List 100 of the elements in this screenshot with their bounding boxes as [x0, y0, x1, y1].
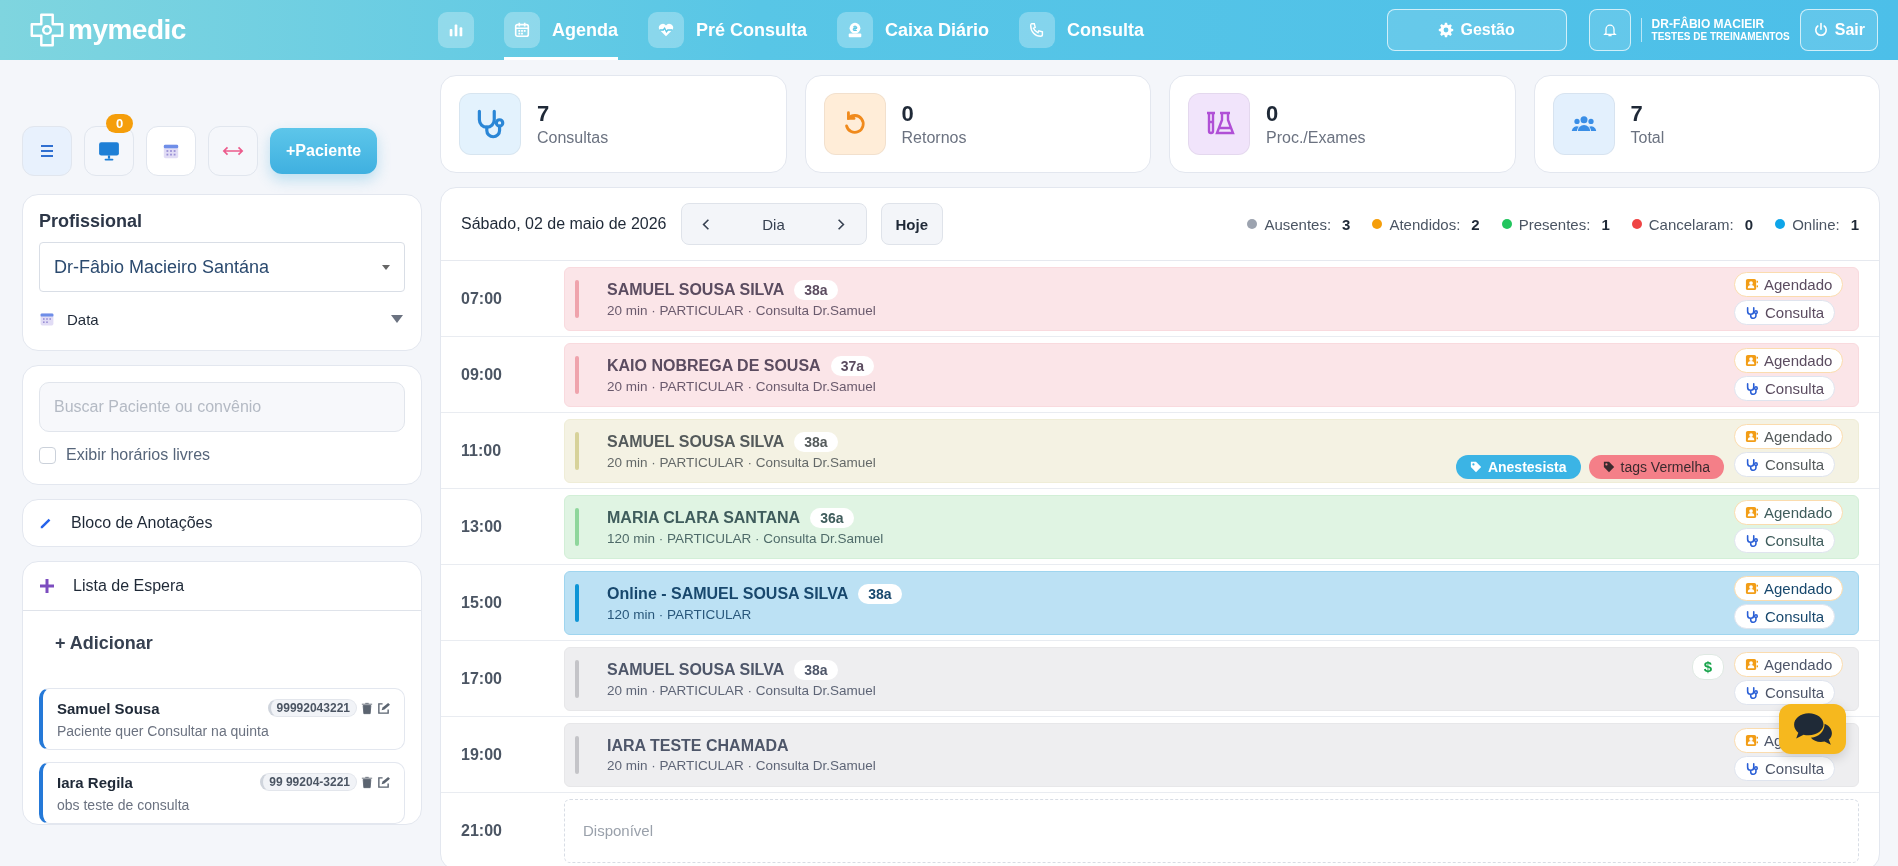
monitor-icon [98, 140, 120, 162]
view-label: Dia [762, 215, 785, 233]
appointment-details: 20 min · PARTICULAR · Consulta Dr.Samuel [607, 378, 877, 394]
appointment-details: 120 min · PARTICULAR [607, 606, 753, 622]
user-name: DR-FÂBIO MACIEIR [1651, 17, 1766, 32]
status-badge: Agendado [1734, 652, 1844, 677]
time-label: 19:00 [461, 745, 503, 764]
stethoscope-icon [1745, 305, 1759, 320]
age-badge: 36a [810, 507, 854, 528]
patient-name: Online - SAMUEL SOUSA SILVA [607, 584, 849, 603]
appointment-details: 20 min · PARTICULAR · Consulta Dr.Samuel [607, 454, 877, 470]
legend-label: Online: [1792, 215, 1840, 233]
age-badge: 38a [794, 431, 838, 452]
time-label: 13:00 [461, 517, 503, 536]
count-badge: 0 [106, 114, 134, 133]
trash-icon[interactable] [361, 701, 373, 715]
type-badge: Consulta [1734, 528, 1836, 553]
plus-icon [39, 578, 55, 594]
stat-label: Proc./Exames [1266, 129, 1366, 147]
stat-label: Retornos [901, 129, 967, 147]
legend-label: Cancelaram: [1648, 215, 1734, 233]
trash-icon[interactable] [361, 775, 373, 789]
tag: Anestesista [1455, 454, 1581, 479]
notes-panel[interactable]: Bloco de Anotações [22, 499, 422, 547]
age-badge: 38a [794, 659, 838, 680]
appointment-card[interactable]: Online - SAMUEL SOUSA SILVA 38a 120 min · PARTICULAR Agendado Consulta [564, 570, 1859, 635]
appointment-card[interactable]: SAMUEL SOUSA SILVA 38a 20 min · PARTICULAR · Consulta Dr.Samuel $ Agendado Consulta [564, 646, 1859, 711]
patient-name: SAMUEL SOUSA SILVA [607, 432, 785, 451]
patient-name: SAMUEL SOUSA SILVA [607, 280, 785, 299]
type-badge: Consulta [1734, 756, 1836, 781]
phone-number: 99 99204-3221 [260, 773, 357, 791]
search-field[interactable]: Buscar Paciente ou convênio [39, 382, 405, 432]
stat-label: Consultas [537, 129, 609, 147]
patient-name: Iara Regila [57, 773, 134, 791]
edit-icon[interactable] [377, 701, 390, 715]
calendar-icon [162, 142, 180, 160]
bell-icon [1601, 22, 1618, 38]
note-text: Paciente quer Consultar na quinta [57, 723, 270, 739]
appointment-details: 20 min · PARTICULAR · Consulta Dr.Samuel [607, 302, 877, 318]
appointment-card[interactable]: SAMUEL SOUSA SILVA 38a 20 min · PARTICULAR · Consulta Dr.Samuel Agendado Consulta [564, 266, 1859, 331]
panel-title: Bloco de Anotações [71, 514, 213, 532]
contact-card-icon [1745, 430, 1758, 443]
legend-count: 1 [1850, 215, 1859, 233]
checkbox-label: Exibir horários livres [66, 446, 211, 464]
monitor-button[interactable] [84, 126, 134, 176]
gear-icon [1438, 22, 1455, 38]
contact-card-icon [1745, 278, 1758, 291]
calendar-icon [39, 311, 55, 327]
type-badge: Consulta [1734, 300, 1836, 325]
stethoscope-icon [1745, 533, 1759, 548]
tag: tags Vermelha [1588, 454, 1724, 479]
patient-name: KAIO NOBREGA DE SOUSA [607, 356, 821, 375]
stat-value: 0 [901, 101, 915, 127]
status-badge: Agendado [1734, 272, 1844, 297]
age-badge: 38a [858, 583, 902, 604]
contact-card-icon [1745, 658, 1758, 671]
menu-button[interactable] [22, 126, 72, 176]
professional-select[interactable]: Dr-Fâbio Macieiro Santána [39, 242, 405, 292]
edit-icon[interactable] [377, 775, 390, 789]
logo-icon [28, 11, 66, 49]
pencil-icon [39, 516, 53, 530]
add-button[interactable]: + Adicionar [55, 625, 153, 662]
section-title: Profissional [39, 211, 144, 232]
type-badge: Consulta [1734, 604, 1836, 629]
stat-value: 7 [537, 101, 551, 127]
contact-card-icon [1745, 354, 1758, 367]
panel-title: Lista de Espera [73, 577, 185, 595]
caret-icon [391, 315, 403, 323]
type-badge: Consulta [1734, 452, 1836, 477]
contact-card-icon [1745, 734, 1758, 747]
contact-card-icon [1745, 582, 1758, 595]
menu-icon [39, 143, 55, 159]
contact-card-icon [1745, 506, 1758, 519]
chevron-right-icon[interactable] [837, 217, 846, 231]
calendar-icon [513, 21, 531, 39]
waiting-card[interactable]: Samuel Sousa 99992043221 Paciente quer Consultar na quinta [39, 688, 405, 750]
waiting-card[interactable]: Iara Regila 99 99204-3221 obs teste de consulta [39, 762, 405, 824]
appointment-card[interactable]: KAIO NOBREGA DE SOUSA 37a 20 min · PARTICULAR · Consulta Dr.Samuel Agendado Consulta [564, 342, 1859, 407]
phone-number: 99992043221 [267, 699, 357, 717]
age-badge: 37a [830, 355, 874, 376]
patient-name: Samuel Sousa [57, 699, 161, 717]
checkbox[interactable] [39, 446, 56, 464]
stat-label: Total [1630, 129, 1665, 147]
time-label: 15:00 [461, 593, 503, 612]
chat-bubbles-icon [1791, 711, 1834, 747]
legend-count: 3 [1342, 215, 1351, 233]
chevron-left-icon[interactable] [701, 217, 710, 231]
chat-button[interactable] [1779, 704, 1846, 754]
appointment-card[interactable]: SAMUEL SOUSA SILVA 38a 20 min · PARTICULAR · Consulta Dr.Samuel Anestesista tags Vermelha Agendado Consulta [564, 418, 1859, 483]
status-badge: Agendado [1734, 576, 1844, 601]
status-badge: Agendado [1734, 424, 1844, 449]
time-label: 17:00 [461, 669, 503, 688]
legend-label: Ausentes: [1264, 215, 1332, 233]
today-button[interactable]: Hoje [880, 203, 943, 245]
time-label: 11:00 [461, 441, 503, 460]
horizontal-arrows-icon [222, 145, 244, 157]
agenda-date: Sábado, 02 de maio de 2026 [461, 215, 667, 233]
appointment-details: 120 min · PARTICULAR · Consulta Dr.Samuel [607, 530, 885, 546]
appointment-card[interactable]: MARIA CLARA SANTANA 36a 120 min · PARTICULAR · Consulta Dr.Samuel Agendado Consulta [564, 494, 1859, 559]
date-picker[interactable]: Data [39, 302, 405, 336]
